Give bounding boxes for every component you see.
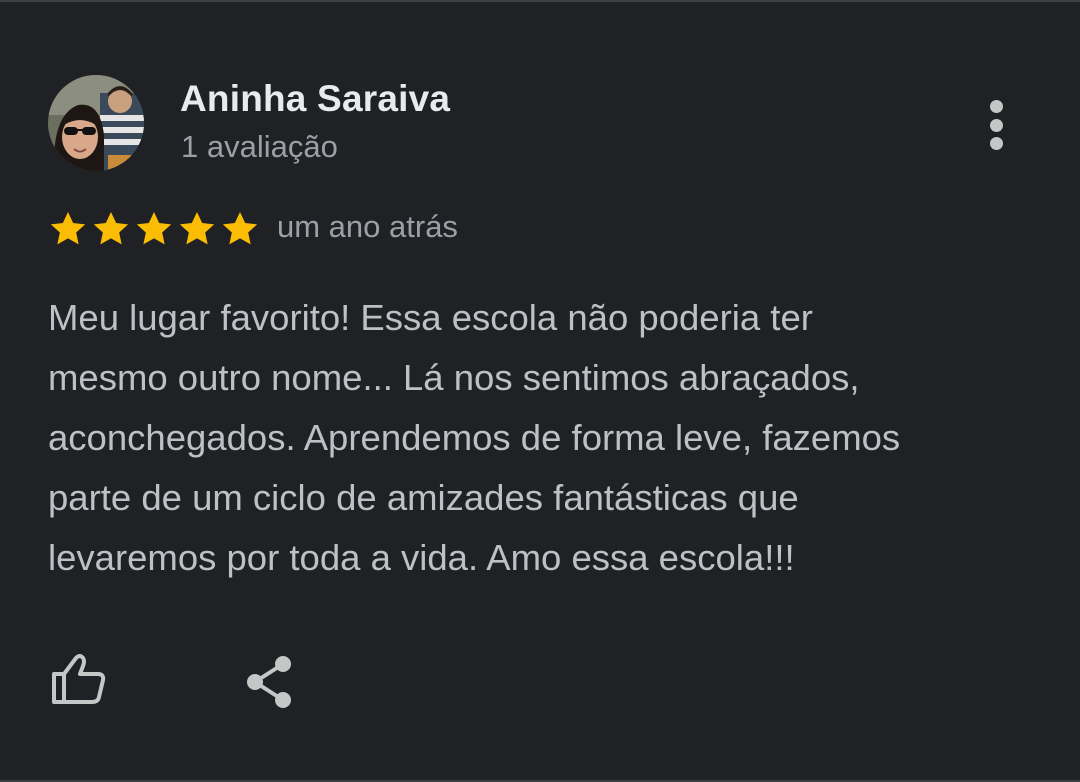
review-text-line: levaremos por toda a vida. Amo essa esco…: [48, 537, 795, 578]
share-icon: [247, 656, 291, 708]
star-icon: [50, 212, 86, 245]
star-icon: [136, 212, 172, 245]
review-text-line: aconchegados. Aprendemos de forma leve, …: [48, 417, 901, 458]
review-card: Aninha Saraiva 1 avaliação um ano atrás …: [0, 0, 1080, 782]
author-review-count: 1 avaliação: [181, 129, 338, 164]
review-text: Meu lugar favorito! Essa escola não pode…: [48, 288, 1048, 588]
star-icon: [179, 212, 215, 245]
star-rating: [48, 209, 260, 249]
review-time: um ano atrás: [277, 209, 458, 244]
review-text-line: mesmo outro nome... Lá nos sentimos abra…: [48, 357, 860, 398]
thumb-up-icon: [52, 654, 106, 704]
more-vert-icon-dot: [989, 118, 1003, 132]
share-button[interactable]: [243, 654, 297, 710]
review-text-line: Meu lugar favorito! Essa escola não pode…: [48, 297, 813, 338]
review-text-line: parte de um ciclo de amizades fantástica…: [48, 477, 799, 518]
more-options-button[interactable]: [972, 94, 1020, 156]
author-avatar[interactable]: [48, 75, 144, 171]
star-icon: [93, 212, 129, 245]
more-vert-icon-dot: [989, 137, 1003, 150]
like-button[interactable]: [50, 652, 108, 706]
star-icon: [222, 212, 258, 245]
more-vert-icon: [989, 100, 1003, 113]
avatar-photo: [48, 75, 144, 171]
author-name[interactable]: Aninha Saraiva: [180, 78, 450, 120]
